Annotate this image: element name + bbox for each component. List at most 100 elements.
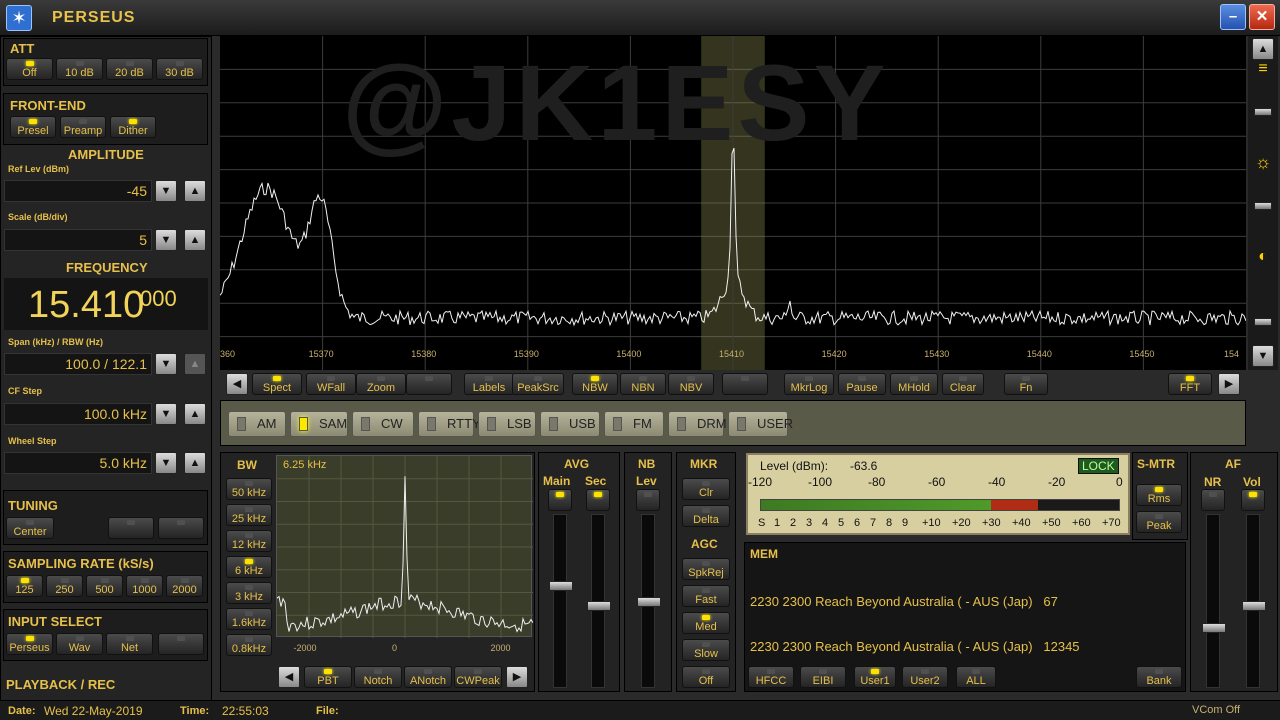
sampling-125-button[interactable]: 125: [6, 575, 43, 597]
mem-all-button[interactable]: ALL: [956, 666, 996, 688]
toolbar-peaksrc-button[interactable]: PeakSrc: [512, 373, 564, 395]
mem-user1-button[interactable]: User1: [854, 666, 896, 688]
avg-sec-slider[interactable]: [587, 514, 611, 688]
mode-am-button[interactable]: AM: [228, 411, 286, 437]
input-net-button[interactable]: Net: [106, 633, 153, 655]
contrast-icon[interactable]: ◐: [1252, 248, 1274, 270]
wheel-step-field[interactable]: 5.0 kHz: [4, 452, 152, 474]
toolbar-nbv-button[interactable]: NBV: [668, 373, 714, 395]
wheel-step-up-icon[interactable]: ▲: [184, 452, 206, 474]
mode-drm-button[interactable]: DRM: [668, 411, 727, 437]
sidebar-slider-3[interactable]: [1254, 318, 1272, 326]
toolbar-nbn-button[interactable]: NBN: [620, 373, 666, 395]
toolbar-nbw-button[interactable]: NBW: [572, 373, 618, 395]
agc-off-button[interactable]: Off: [682, 666, 730, 688]
tuning-option-button-2[interactable]: [158, 517, 204, 539]
frontend-presel-button[interactable]: Presel: [10, 116, 56, 138]
cf-step-down-icon[interactable]: ▼: [155, 403, 177, 425]
input-perseus-button[interactable]: Perseus: [6, 633, 53, 655]
toolbar-mkrlog-button[interactable]: MkrLog: [784, 373, 834, 395]
att-20-db-button[interactable]: 20 dB: [106, 58, 153, 80]
input-option-button[interactable]: [158, 633, 204, 655]
toolbar-labels-button[interactable]: Labels: [464, 373, 514, 395]
nb-toggle[interactable]: [636, 489, 660, 511]
mkr-delta-button[interactable]: Delta: [682, 505, 730, 527]
mode-lsb-button[interactable]: LSB: [478, 411, 536, 437]
cf-step-up-icon[interactable]: ▲: [184, 403, 206, 425]
mode-user-button[interactable]: USER: [728, 411, 793, 437]
scale-down-icon[interactable]: ▼: [155, 229, 177, 251]
ref-level-field[interactable]: -45: [4, 180, 152, 202]
input-wav-button[interactable]: Wav: [56, 633, 103, 655]
toolbar-disabled-button-1[interactable]: [406, 373, 452, 395]
bw-left-icon[interactable]: ◀: [278, 666, 300, 688]
frontend-dither-button[interactable]: Dither: [110, 116, 156, 138]
bw-right-icon[interactable]: ▶: [506, 666, 528, 688]
mode-sam-button[interactable]: SAM: [290, 411, 348, 437]
sampling-500-button[interactable]: 500: [86, 575, 123, 597]
mode-fm-button[interactable]: FM: [604, 411, 664, 437]
span-up-icon[interactable]: ▲: [184, 353, 206, 375]
mode-usb-button[interactable]: USB: [540, 411, 600, 437]
bw-display[interactable]: 6.25 kHz: [276, 455, 533, 638]
af-nr-slider[interactable]: [1202, 514, 1226, 688]
agc-spkrej-button[interactable]: SpkRej: [682, 558, 730, 580]
brightness-icon[interactable]: ☼: [1252, 152, 1274, 174]
bw-anotch-button[interactable]: ANotch: [404, 666, 452, 688]
bw-3-khz-button[interactable]: 3 kHz: [226, 582, 272, 604]
agc-fast-button[interactable]: Fast: [682, 585, 730, 607]
toolbar-pause-button[interactable]: Pause: [838, 373, 886, 395]
bw-1-6khz-button[interactable]: 1.6kHz: [226, 608, 272, 630]
app-icon[interactable]: ✶: [6, 5, 32, 31]
frequency-display[interactable]: 15.410 000: [4, 278, 208, 330]
cf-step-field[interactable]: 100.0 kHz: [4, 403, 152, 425]
bw-pbt-button[interactable]: PBT: [304, 666, 352, 688]
sampling-250-button[interactable]: 250: [46, 575, 83, 597]
toolbar-left-icon[interactable]: ◀: [226, 373, 248, 395]
af-nr-toggle[interactable]: [1201, 489, 1225, 511]
bw-6-khz-button[interactable]: 6 kHz: [226, 556, 272, 578]
mem-eibi-button[interactable]: EIBI: [800, 666, 846, 688]
bw-25-khz-button[interactable]: 25 kHz: [226, 504, 272, 526]
toolbar-disabled-button-2[interactable]: [722, 373, 768, 395]
mem-row[interactable]: 2230 2300 Reach Beyond Australia ( - AUS…: [750, 594, 1180, 609]
smtr-peak-button[interactable]: Peak: [1136, 511, 1182, 533]
avg-sec-toggle[interactable]: [586, 489, 610, 511]
att-off-button[interactable]: Off: [6, 58, 53, 80]
scale-up-icon[interactable]: ▲: [184, 229, 206, 251]
scroll-up-icon[interactable]: ▲: [1252, 38, 1274, 60]
avg-main-slider[interactable]: [549, 514, 573, 688]
avg-main-toggle[interactable]: [548, 489, 572, 511]
wheel-step-down-icon[interactable]: ▼: [155, 452, 177, 474]
mem-user2-button[interactable]: User2: [902, 666, 948, 688]
nb-level-slider[interactable]: [637, 514, 661, 688]
tuning-center-button[interactable]: Center: [6, 517, 54, 539]
toolbar-mhold-button[interactable]: MHold: [890, 373, 938, 395]
mem-row[interactable]: 2230 2300 Reach Beyond Australia ( - AUS…: [750, 639, 1180, 654]
toolbar-clear-button[interactable]: Clear: [942, 373, 984, 395]
scroll-down-icon[interactable]: ▼: [1252, 345, 1274, 367]
bw-50-khz-button[interactable]: 50 kHz: [226, 478, 272, 500]
att-10-db-button[interactable]: 10 dB: [56, 58, 103, 80]
toolbar-zoom-button[interactable]: Zoom: [356, 373, 406, 395]
sidebar-slider-2[interactable]: [1254, 202, 1272, 210]
bw-cwpeak-button[interactable]: CWPeak: [454, 666, 502, 688]
scale-field[interactable]: 5: [4, 229, 152, 251]
ref-level-up-icon[interactable]: ▲: [184, 180, 206, 202]
toolbar-fn-button[interactable]: Fn: [1004, 373, 1048, 395]
span-down-icon[interactable]: ▼: [155, 353, 177, 375]
toolbar-wfall-button[interactable]: WFall: [306, 373, 356, 395]
af-volume-slider[interactable]: [1242, 514, 1266, 688]
tuning-option-button-1[interactable]: [108, 517, 154, 539]
toolbar-spect-button[interactable]: Spect: [252, 373, 302, 395]
sampling-2000-button[interactable]: 2000: [166, 575, 203, 597]
menu-icon[interactable]: ≡: [1253, 60, 1273, 82]
toolbar-fft-button[interactable]: FFT: [1168, 373, 1212, 395]
bw-notch-button[interactable]: Notch: [354, 666, 402, 688]
toolbar-right-icon[interactable]: ▶: [1218, 373, 1240, 395]
att-30-db-button[interactable]: 30 dB: [156, 58, 203, 80]
mkr-clear-button[interactable]: Clr: [682, 478, 730, 500]
minimize-button[interactable]: –: [1220, 4, 1246, 30]
bw-0-8khz-button[interactable]: 0.8kHz: [226, 634, 272, 656]
agc-slow-button[interactable]: Slow: [682, 639, 730, 661]
